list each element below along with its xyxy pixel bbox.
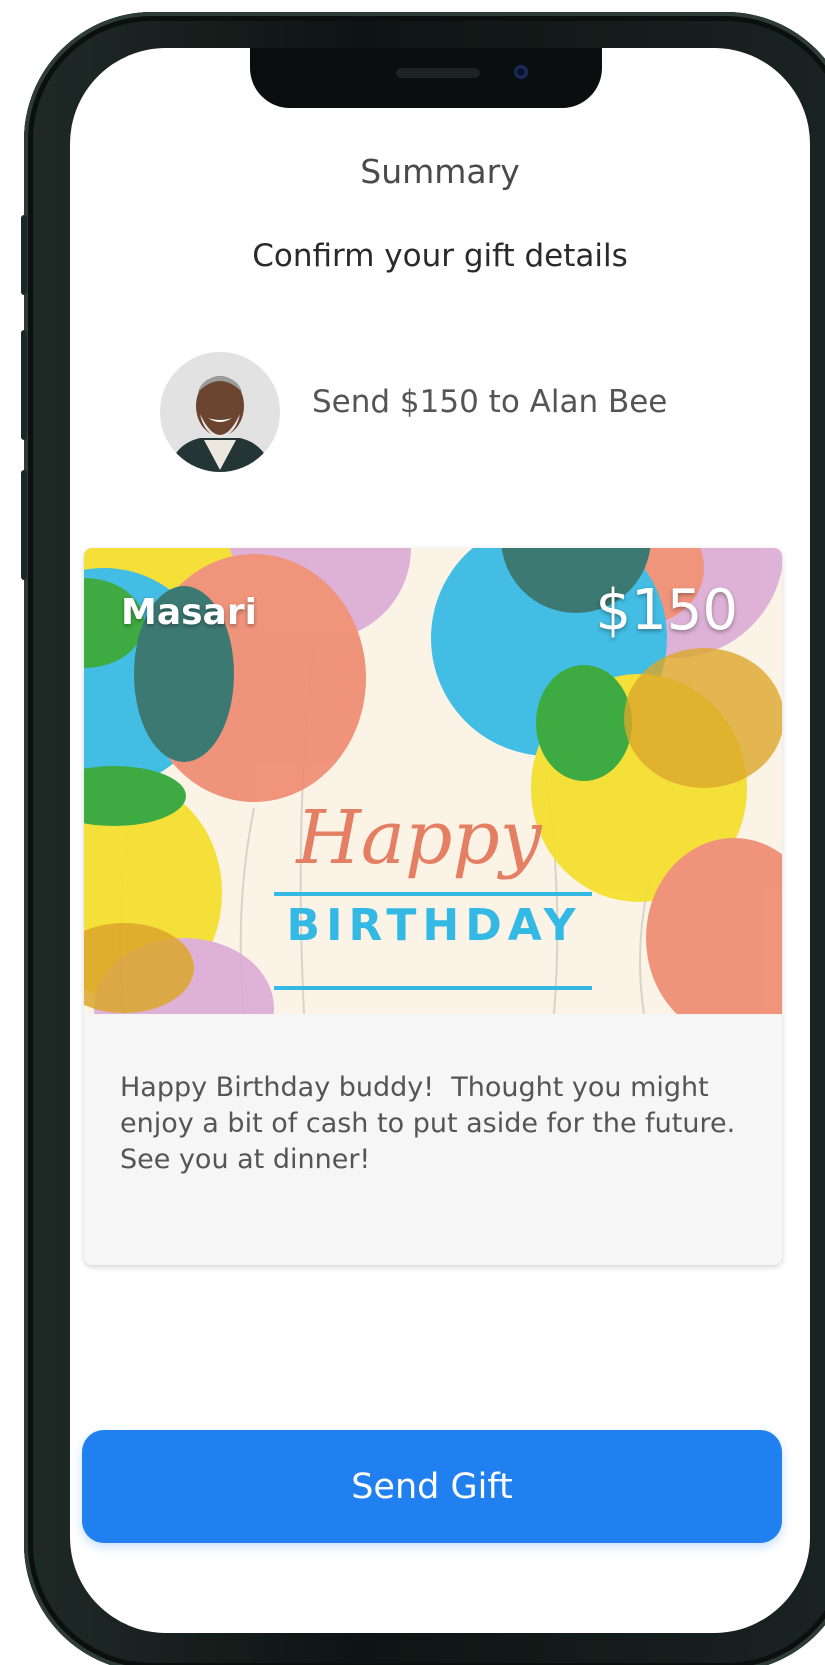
person-avatar-icon (160, 352, 280, 472)
gift-card-brand: Masari (121, 592, 257, 633)
gift-message: Happy Birthday buddy! Thought you might … (120, 1072, 753, 1175)
phone-screen: Summary Confirm your gift details Send $… (70, 48, 810, 1633)
page-title: Summary (360, 152, 520, 191)
recipient-avatar (160, 352, 280, 472)
phone-side-button (21, 215, 27, 295)
phone-volume-down-button (21, 470, 27, 580)
gift-card-amount: $150 (595, 578, 738, 643)
camera-icon (514, 65, 528, 79)
send-gift-button[interactable]: Send Gift (82, 1430, 782, 1543)
page: Summary Confirm your gift details Send $… (0, 0, 825, 1665)
page-subtitle: Confirm your gift details (252, 238, 628, 274)
gift-card[interactable]: Happy BIRTHDAY Masari $150 Happy Birthda… (84, 548, 782, 1265)
phone-notch (250, 48, 602, 108)
speaker-icon (396, 68, 480, 78)
birthday-caps-text: BIRTHDAY (287, 900, 582, 951)
happy-script-text: Happy (294, 795, 542, 881)
recipient-summary: Send $150 to Alan Bee (312, 384, 668, 420)
phone-volume-up-button (21, 330, 27, 440)
